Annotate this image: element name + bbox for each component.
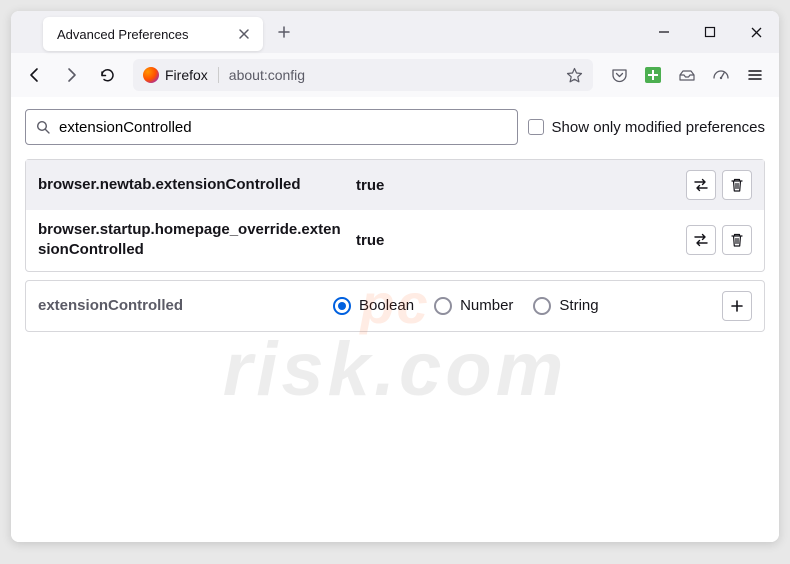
tab-title: Advanced Preferences [57, 27, 235, 42]
pref-row-actions [686, 170, 752, 200]
radio-label: Boolean [359, 297, 414, 314]
radio-string[interactable]: String [533, 297, 598, 315]
identity-label: Firefox [165, 67, 208, 83]
new-tab-button[interactable] [269, 17, 299, 47]
firefox-icon [143, 67, 159, 83]
pref-name: browser.startup.homepage_override.extens… [38, 220, 348, 261]
nav-toolbar: Firefox about:config [11, 53, 779, 97]
window-controls [641, 11, 779, 53]
toolbar-right-icons [603, 59, 771, 91]
radio-boolean[interactable]: Boolean [333, 297, 414, 315]
radio-label: Number [460, 297, 513, 314]
close-tab-icon[interactable] [235, 25, 253, 43]
new-pref-name: extensionControlled [38, 297, 333, 314]
search-row: Show only modified preferences [25, 109, 765, 145]
pref-search-input[interactable] [59, 119, 507, 136]
pref-row-actions [686, 225, 752, 255]
browser-tab[interactable]: Advanced Preferences [43, 17, 263, 51]
new-pref-row: extensionControlled Boolean Number Strin… [25, 280, 765, 332]
extension-icon[interactable] [637, 59, 669, 91]
add-pref-button[interactable] [722, 291, 752, 321]
back-button[interactable] [19, 59, 51, 91]
menu-button[interactable] [739, 59, 771, 91]
pref-row: browser.startup.homepage_override.extens… [26, 210, 764, 271]
bookmark-star-icon[interactable] [566, 67, 583, 84]
minimize-button[interactable] [641, 11, 687, 53]
address-bar[interactable]: Firefox about:config [133, 59, 593, 91]
radio-dot-icon [434, 297, 452, 315]
pocket-icon[interactable] [603, 59, 635, 91]
titlebar: Advanced Preferences [11, 11, 779, 53]
show-modified-label: Show only modified preferences [552, 119, 765, 136]
close-window-button[interactable] [733, 11, 779, 53]
radio-number[interactable]: Number [434, 297, 513, 315]
site-identity[interactable]: Firefox [143, 67, 219, 83]
pref-value: true [348, 177, 686, 194]
pref-value: true [348, 232, 686, 249]
show-modified-checkbox[interactable] [528, 119, 544, 135]
preferences-table: browser.newtab.extensionControlled true … [25, 159, 765, 272]
dashboard-icon[interactable] [705, 59, 737, 91]
pref-name: browser.newtab.extensionControlled [38, 175, 348, 195]
toggle-button[interactable] [686, 225, 716, 255]
type-radio-group: Boolean Number String [333, 297, 722, 315]
radio-dot-icon [333, 297, 351, 315]
show-modified-control[interactable]: Show only modified preferences [528, 119, 765, 136]
browser-window: Advanced Preferences [11, 11, 779, 542]
inbox-icon[interactable] [671, 59, 703, 91]
pref-row: browser.newtab.extensionControlled true [26, 160, 764, 210]
forward-button[interactable] [55, 59, 87, 91]
radio-label: String [559, 297, 598, 314]
reload-button[interactable] [91, 59, 123, 91]
search-icon [36, 120, 51, 135]
radio-dot-icon [533, 297, 551, 315]
url-text: about:config [229, 67, 560, 83]
toggle-button[interactable] [686, 170, 716, 200]
delete-button[interactable] [722, 225, 752, 255]
maximize-button[interactable] [687, 11, 733, 53]
pref-search-box[interactable] [25, 109, 518, 145]
page-content: Show only modified preferences browser.n… [11, 97, 779, 542]
delete-button[interactable] [722, 170, 752, 200]
